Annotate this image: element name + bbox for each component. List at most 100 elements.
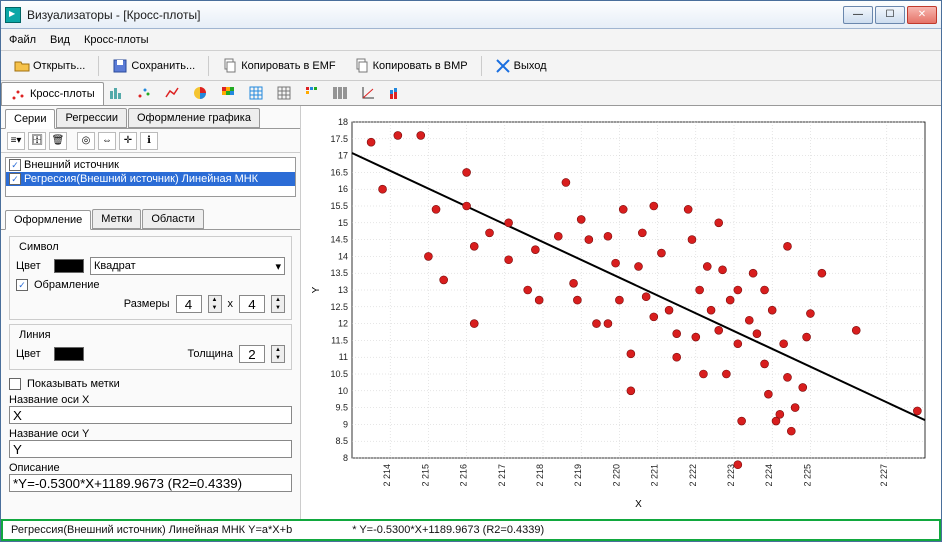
series-item-external[interactable]: ✓ Внешний источник <box>6 158 295 172</box>
thickness-spinner[interactable]: ▲▼ <box>271 345 285 363</box>
series-toolbar: ≡▾ 🗄 🗑 ◎ ⇔ ✛ ℹ <box>1 129 300 153</box>
window-title: Визуализаторы - [Кросс-плоты] <box>27 8 843 22</box>
tab-regressions[interactable]: Регрессии <box>56 108 127 128</box>
svg-text:8: 8 <box>343 453 348 463</box>
menu-bar: Файл Вид Кросс-плоты <box>1 29 941 51</box>
app-icon <box>5 7 21 23</box>
series-item-regression[interactable]: ✓ Регрессия(Внешний источник) Линейная М… <box>6 172 295 186</box>
line-group: Линия Цвет Толщина ▲▼ <box>9 324 292 370</box>
exit-button[interactable]: Выход <box>488 54 554 78</box>
copy-bmp-icon <box>354 58 370 74</box>
size-w-input[interactable] <box>176 295 202 313</box>
save-label: Сохранить... <box>131 60 195 72</box>
db-icon[interactable]: 🗄 <box>28 132 46 150</box>
scatter-plot: 88.599.51010.51111.51212.51313.51414.515… <box>307 112 935 513</box>
tab-areas[interactable]: Области <box>142 209 204 229</box>
show-labels-checkbox[interactable]: ✓ <box>9 378 21 390</box>
svg-text:15.5: 15.5 <box>330 201 348 211</box>
svg-text:2 217: 2 217 <box>497 464 507 487</box>
line-chart-icon[interactable] <box>164 85 180 101</box>
tab-series[interactable]: Серии <box>5 109 55 129</box>
heatmap-icon[interactable] <box>220 85 236 101</box>
series-checkbox[interactable]: ✓ <box>9 159 21 171</box>
series-checkbox[interactable]: ✓ <box>9 173 21 185</box>
menu-view[interactable]: Вид <box>50 34 70 46</box>
y-axis-label: Название оси Y <box>9 428 292 440</box>
histogram-icon[interactable] <box>108 85 124 101</box>
x-axis-input[interactable] <box>9 406 292 424</box>
axes-icon[interactable] <box>360 85 376 101</box>
svg-text:10: 10 <box>338 386 348 396</box>
body-area: Серии Регрессии Оформление графика ≡▾ 🗄 … <box>1 106 941 519</box>
table-icon[interactable] <box>248 85 264 101</box>
series-item-label: Внешний источник <box>24 159 119 171</box>
series-item-label: Регрессия(Внешний источник) Линейная МНК <box>24 173 258 185</box>
svg-text:11: 11 <box>339 352 348 362</box>
toolbar-separator <box>208 56 209 76</box>
size-w-spinner[interactable]: ▲▼ <box>208 295 222 313</box>
size-h-spinner[interactable]: ▲▼ <box>271 295 285 313</box>
series-list[interactable]: ✓ Внешний источник ✓ Регрессия(Внешний и… <box>5 157 296 197</box>
colormap-icon[interactable] <box>304 85 320 101</box>
crossplots-tab[interactable]: Кросс-плоты <box>1 82 104 105</box>
svg-text:2 219: 2 219 <box>573 464 583 487</box>
arrows-icon[interactable]: ⇔ <box>98 132 116 150</box>
scatter-icon[interactable] <box>136 85 152 101</box>
svg-text:2 225: 2 225 <box>802 464 812 487</box>
grid-icon[interactable] <box>276 85 292 101</box>
svg-text:17.5: 17.5 <box>330 134 348 144</box>
description-label: Описание <box>9 462 292 474</box>
tab-style[interactable]: Оформление <box>5 210 91 230</box>
svg-text:2 224: 2 224 <box>764 464 774 487</box>
target-icon[interactable]: ◎ <box>77 132 95 150</box>
copy-bmp-button[interactable]: Копировать в BMP <box>347 54 475 78</box>
outline-row: ✓ Обрамление <box>16 279 285 291</box>
svg-text:16: 16 <box>338 184 348 194</box>
trash-icon[interactable]: 🗑 <box>49 132 67 150</box>
pie-chart-icon[interactable] <box>192 85 208 101</box>
y-axis-input[interactable] <box>9 440 292 458</box>
copy-emf-icon <box>222 58 238 74</box>
menu-crossplots[interactable]: Кросс-плоты <box>84 34 149 46</box>
svg-text:12: 12 <box>338 319 348 329</box>
open-label: Открыть... <box>33 60 85 72</box>
svg-text:2 222: 2 222 <box>688 464 698 487</box>
svg-text:18: 18 <box>338 117 348 127</box>
outline-label: Обрамление <box>34 279 100 291</box>
maximize-button[interactable]: ☐ <box>875 6 905 24</box>
save-icon <box>112 58 128 74</box>
list-icon[interactable]: ≡▾ <box>7 132 25 150</box>
status-equation: * Y=-0.5300*X+1189.9673 (R2=0.4339) <box>352 524 544 536</box>
svg-text:14: 14 <box>338 251 348 261</box>
svg-text:10.5: 10.5 <box>330 369 348 379</box>
symbol-shape-select[interactable]: Квадрат ▾ <box>90 257 285 275</box>
thickness-input[interactable] <box>239 345 265 363</box>
exit-icon <box>495 58 511 74</box>
info-icon[interactable]: ℹ <box>140 132 158 150</box>
tab-chart-style[interactable]: Оформление графика <box>128 108 260 128</box>
line-row: Цвет Толщина ▲▼ <box>16 345 285 363</box>
svg-text:2 214: 2 214 <box>382 464 392 487</box>
svg-text:X: X <box>635 499 642 510</box>
copy-emf-button[interactable]: Копировать в EMF <box>215 54 342 78</box>
symbol-shape-value: Квадрат <box>94 260 136 272</box>
description-input[interactable] <box>9 474 292 492</box>
save-button[interactable]: Сохранить... <box>105 54 202 78</box>
style-tabs: Оформление Метки Области <box>1 205 300 230</box>
menu-file[interactable]: Файл <box>9 34 36 46</box>
line-group-title: Линия <box>16 329 54 341</box>
size-h-input[interactable] <box>239 295 265 313</box>
minimize-button[interactable]: — <box>843 6 873 24</box>
line-color-swatch[interactable] <box>54 347 84 361</box>
svg-text:9.5: 9.5 <box>335 403 348 413</box>
symbol-color-swatch[interactable] <box>54 259 84 273</box>
tab-labels[interactable]: Метки <box>92 209 141 229</box>
open-button[interactable]: Открыть... <box>7 54 92 78</box>
barcode-icon[interactable] <box>332 85 348 101</box>
stacked-bars-icon[interactable] <box>388 85 404 101</box>
outline-checkbox[interactable]: ✓ <box>16 279 28 291</box>
crosshair-icon[interactable]: ✛ <box>119 132 137 150</box>
close-button[interactable]: ✕ <box>907 6 937 24</box>
show-labels-row: ✓ Показывать метки <box>9 378 292 390</box>
svg-text:12.5: 12.5 <box>330 302 348 312</box>
